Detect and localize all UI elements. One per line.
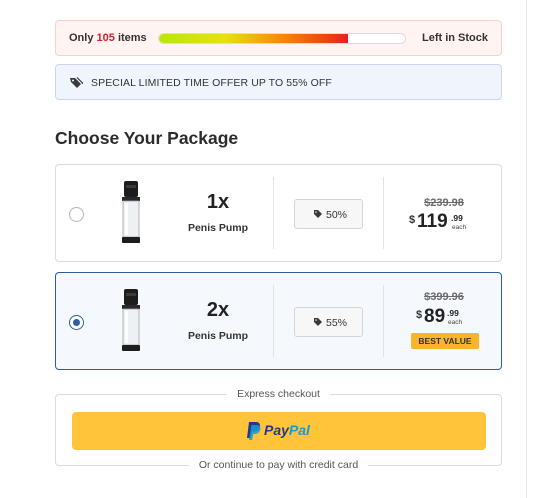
tag-icon [314,210,322,218]
package-option-1x[interactable]: 1x Penis Pump 50% $239.98 $ 119 .99 each [55,164,502,262]
package-radio[interactable] [69,207,84,222]
paypal-text-pay: Pay [264,422,289,438]
product-name: Penis Pump [187,330,249,342]
discount-text: 50% [326,209,348,221]
current-price: $ 89 .99 each [396,306,492,328]
stock-progress-fill [159,34,349,43]
express-checkout-text: Express checkout [227,388,330,400]
stock-left-label: Left in Stock [421,32,488,44]
price-currency: $ [409,214,416,226]
stock-progress-bar [158,33,406,44]
stock-suffix: items [117,32,147,44]
price-each: each [448,319,463,326]
price-cents: .99 [447,308,459,318]
stock-count: 105 [96,32,115,44]
paypal-text-pal: Pal [288,422,310,438]
package-quantity: 1x [206,191,230,213]
stock-count-text: Only 105 items [69,32,147,44]
discount-text: 55% [326,317,348,329]
product-name: Penis Pump [187,222,249,234]
best-value-badge: BEST VALUE [411,333,479,349]
package-option-2x[interactable]: 2x Penis Pump 55% $399.96 $ 89 .99 each … [55,272,502,370]
divider [383,285,384,357]
stock-indicator: Only 105 items Left in Stock [55,20,502,56]
checkout-page: Only 105 items Left in Stock SPECIAL LIM… [0,0,538,498]
express-checkout: Express checkout PayPal Or continue to p… [55,388,502,471]
product-image [122,181,140,243]
price-main: 119 [417,211,448,232]
page-title: Choose Your Package [55,128,239,148]
divider [383,177,384,249]
offer-banner: SPECIAL LIMITED TIME OFFER UP TO 55% OFF [55,64,502,100]
divider [273,285,274,357]
price-cents: .99 [451,213,463,223]
tag-icon [70,77,83,88]
divider [273,177,274,249]
tag-icon [314,318,322,326]
paypal-icon [247,422,261,440]
package-radio-selected[interactable] [69,315,84,330]
continue-label: Or continue to pay with credit card [56,459,501,471]
continue-text: Or continue to pay with credit card [188,459,369,471]
paypal-logo-text: PayPal [264,422,310,438]
package-quantity: 2x [206,299,230,321]
old-price: $239.98 [424,197,464,209]
product-image [122,289,140,351]
offer-text: SPECIAL LIMITED TIME OFFER UP TO 55% OFF [91,77,332,89]
price-currency: $ [416,309,423,321]
discount-badge: 50% [294,199,363,229]
current-price: $ 119 .99 each [396,211,492,233]
stock-prefix: Only [69,32,94,44]
price-each: each [452,224,467,231]
express-checkout-label: Express checkout [56,388,501,400]
divider [526,0,527,498]
discount-badge: 55% [294,307,363,337]
paypal-button[interactable]: PayPal [72,412,486,450]
price-main: 89 [424,306,446,327]
old-price: $399.96 [424,291,464,303]
